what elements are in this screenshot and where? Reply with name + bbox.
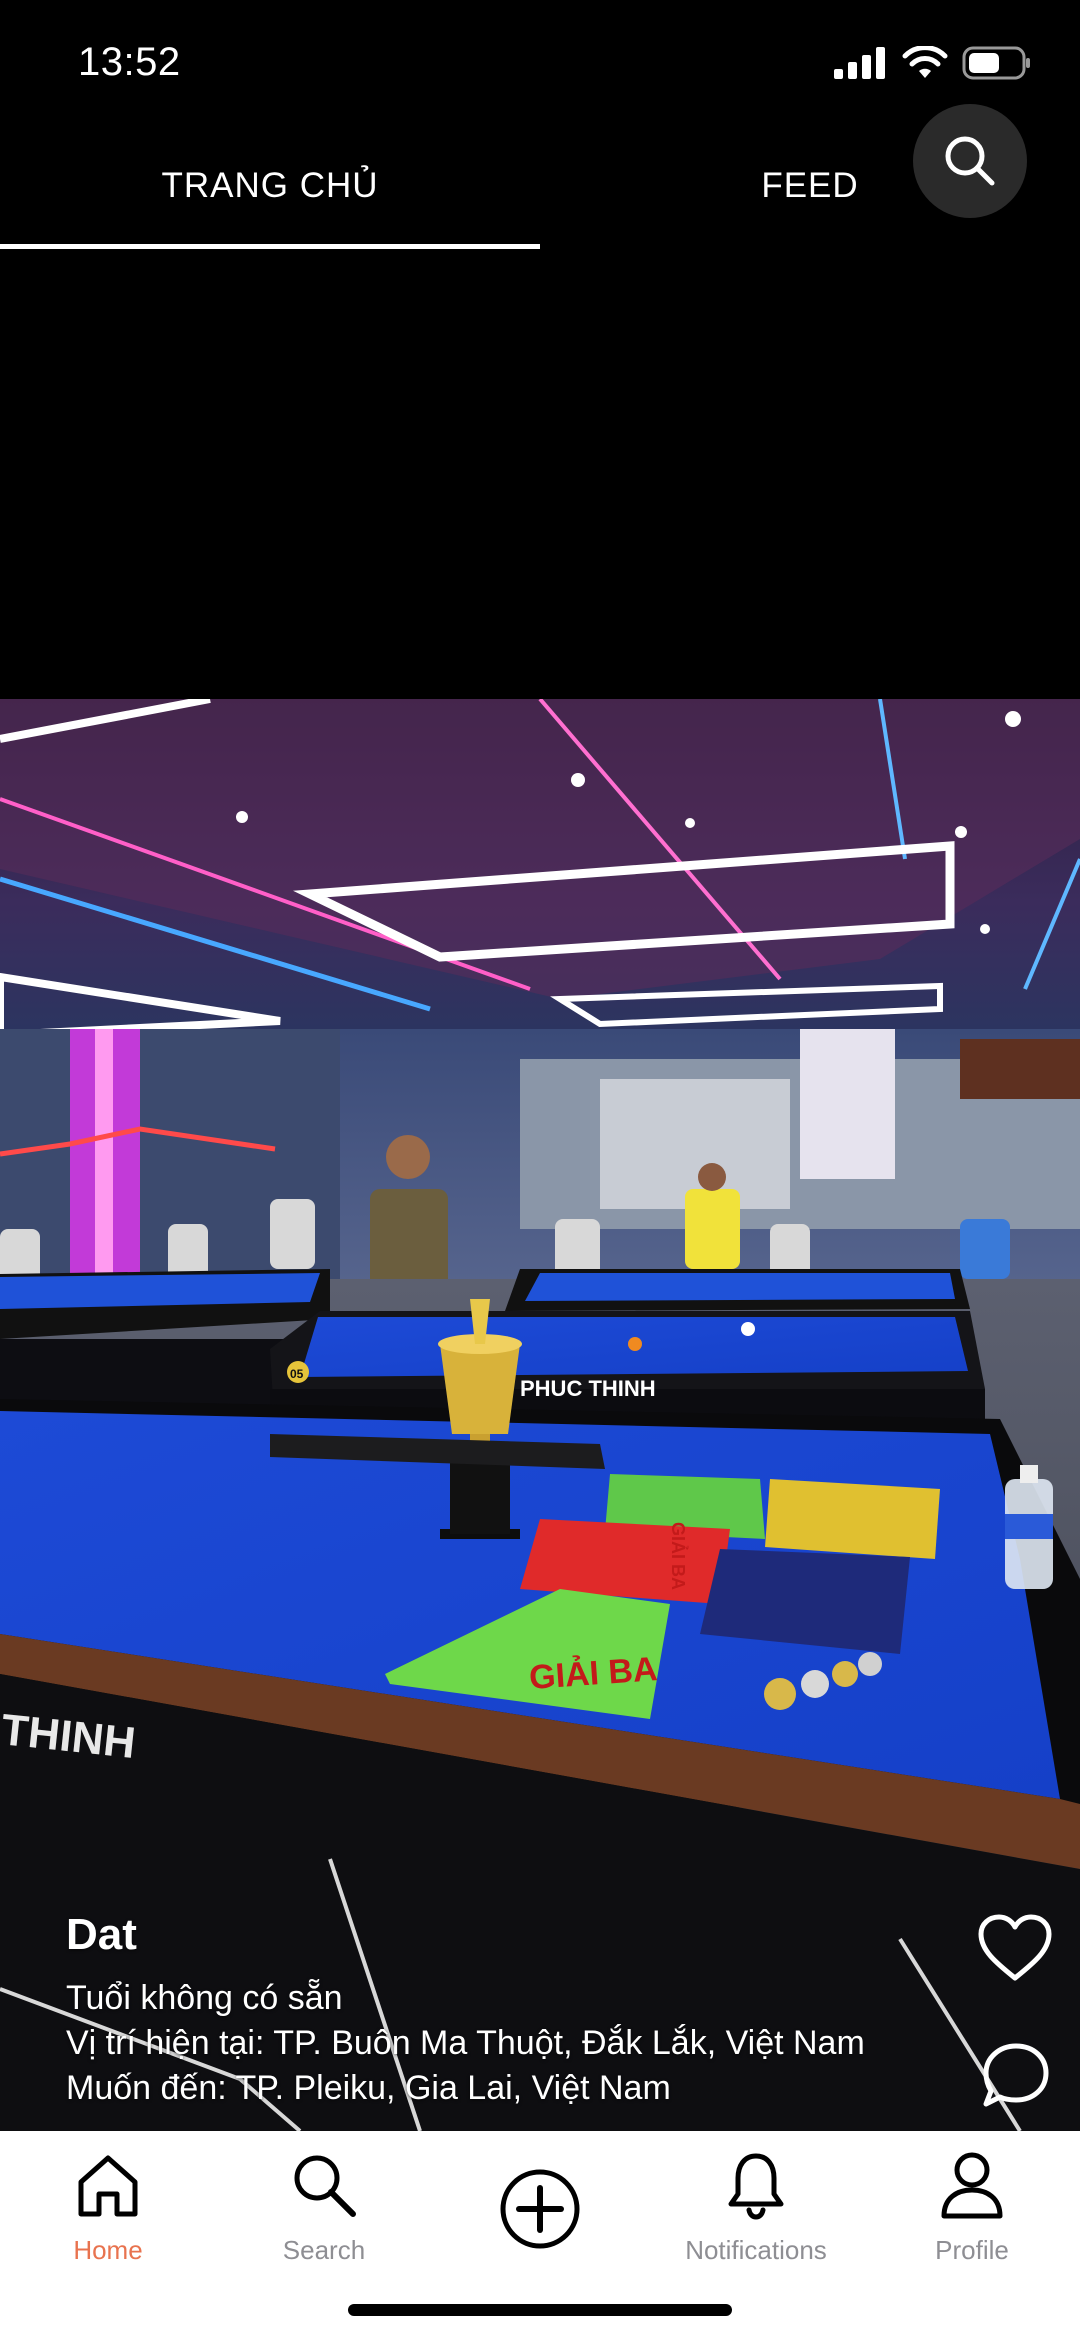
battery-icon xyxy=(962,46,1030,80)
search-button[interactable] xyxy=(913,104,1027,218)
nav-search[interactable]: Search xyxy=(224,2145,424,2266)
banner-label-2: GIẢI BA xyxy=(668,1522,689,1590)
user-age: Tuổi không có sẵn xyxy=(66,1979,343,2017)
nav-notifications-label: Notifications xyxy=(685,2235,827,2265)
bell-icon xyxy=(728,2153,784,2220)
bottom-nav: Home Search Notifications Profile xyxy=(0,2131,1080,2338)
active-tab-indicator xyxy=(0,244,540,249)
nav-notifications[interactable]: Notifications xyxy=(656,2145,856,2266)
signal-icon xyxy=(834,47,885,79)
wifi-icon xyxy=(902,46,948,78)
nav-create[interactable] xyxy=(440,2169,640,2249)
user-destination: Muốn đến: TP. Pleiku, Gia Lai, Việt Nam xyxy=(66,2069,671,2107)
home-icon xyxy=(78,2155,138,2217)
comment-button[interactable] xyxy=(980,2040,1052,2112)
comment-icon xyxy=(983,2043,1049,2107)
heart-icon xyxy=(978,1914,1052,1981)
person-icon xyxy=(941,2152,1003,2219)
middle-table-brand: PHUC THINH xyxy=(520,1376,656,1401)
table-number: 05 xyxy=(290,1367,304,1381)
add-circle-icon xyxy=(500,2169,580,2249)
nav-home[interactable]: Home xyxy=(8,2145,208,2266)
user-current-location: Vị trí hiện tại: TP. Buôn Ma Thuột, Đắk … xyxy=(66,2024,865,2062)
status-bar: 13:52 xyxy=(0,0,1080,130)
like-button[interactable] xyxy=(975,1912,1055,1984)
nav-search-label: Search xyxy=(282,2235,366,2265)
home-indicator xyxy=(348,2304,732,2316)
post-user-info: Dat Tuổi không có sẵn Vị trí hiện tại: T… xyxy=(66,1910,865,2111)
nav-profile-label: Profile xyxy=(935,2235,1009,2265)
search-icon xyxy=(945,136,995,186)
nav-profile[interactable]: Profile xyxy=(872,2145,1072,2266)
status-icons xyxy=(834,46,1032,80)
tab-home[interactable]: TRANG CHỦ xyxy=(0,166,540,206)
search-icon xyxy=(294,2155,356,2217)
status-time: 13:52 xyxy=(78,40,181,84)
nav-home-label: Home xyxy=(73,2235,143,2265)
user-name[interactable]: Dat xyxy=(66,1910,865,1960)
